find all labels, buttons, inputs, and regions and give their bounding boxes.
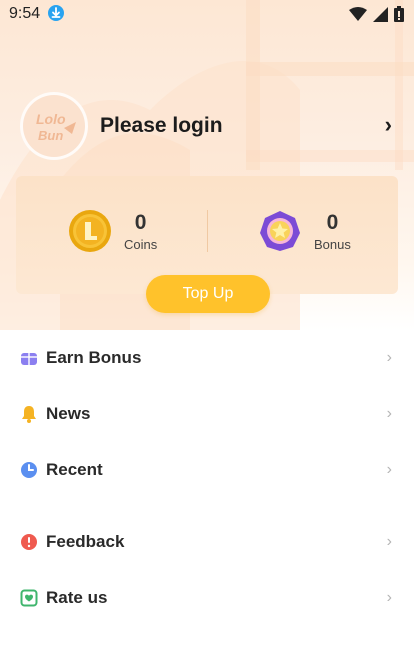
menu-item-earn-bonus[interactable]: Earn Bonus ›	[0, 330, 414, 386]
login-row[interactable]: Lolo Bun Please login ›	[20, 90, 400, 162]
bonus-value: 0	[326, 210, 339, 234]
menu-item-recent[interactable]: Recent ›	[0, 442, 414, 498]
coins-balance[interactable]: 0 Coins	[68, 206, 157, 256]
chevron-right-icon[interactable]: ›	[385, 112, 392, 138]
chevron-right-icon: ›	[386, 533, 392, 550]
menu-label: Earn Bonus	[46, 348, 142, 367]
menu-label: Recent	[46, 460, 103, 479]
wifi-icon	[349, 7, 367, 21]
chevron-right-icon: ›	[386, 589, 392, 606]
menu-item-feedback[interactable]: Feedback ›	[0, 514, 414, 570]
gift-icon	[20, 349, 38, 367]
chevron-right-icon: ›	[386, 405, 392, 422]
menu-label: Rate us	[46, 588, 108, 607]
status-icons	[349, 6, 404, 22]
clock-icon	[20, 461, 38, 479]
bonus-balance[interactable]: 0 Bonus	[258, 206, 351, 256]
rate-icon	[20, 589, 38, 607]
download-icon	[48, 5, 64, 21]
status-time: 9:54	[9, 5, 41, 22]
status-bar: 9:54	[0, 0, 414, 28]
coin-icon	[69, 210, 111, 252]
divider	[207, 210, 208, 252]
login-prompt[interactable]: Please login	[100, 114, 223, 138]
coins-value: 0	[134, 210, 147, 234]
chevron-right-icon: ›	[386, 461, 392, 478]
bell-icon	[20, 405, 38, 423]
menu-item-news[interactable]: News ›	[0, 386, 414, 442]
top-up-button[interactable]: Top Up	[146, 275, 270, 313]
svg-text:Lolo: Lolo	[36, 111, 66, 127]
bonus-label: Bonus	[314, 236, 351, 252]
avatar[interactable]: Lolo Bun	[20, 92, 88, 160]
chevron-right-icon: ›	[386, 349, 392, 366]
battery-icon	[394, 6, 404, 22]
signal-icon	[373, 6, 388, 22]
svg-text:Bun: Bun	[38, 128, 63, 143]
alert-icon	[20, 533, 38, 551]
menu-label: News	[46, 404, 91, 423]
bonus-star-icon	[260, 211, 300, 251]
menu-item-rate-us[interactable]: Rate us ›	[0, 570, 414, 626]
menu-label: Feedback	[46, 532, 125, 551]
coins-label: Coins	[124, 236, 158, 252]
lolo-bun-logo-icon: Lolo Bun	[36, 111, 76, 143]
